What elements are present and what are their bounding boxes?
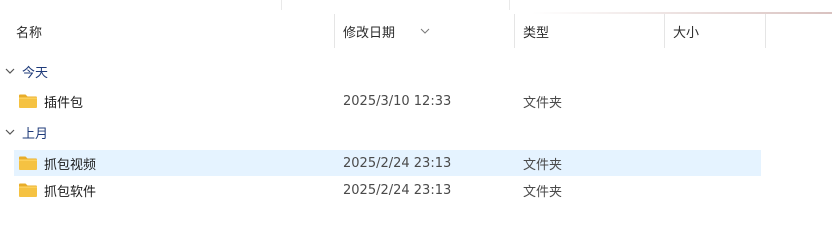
group-label: 今天 <box>22 65 49 81</box>
file-modified: 2025/2/24 23:13 <box>343 155 452 171</box>
column-header-name[interactable]: 名称 <box>8 14 335 48</box>
chevron-down-icon[interactable] <box>4 65 16 77</box>
group-header-last-month[interactable]: 上月 <box>0 120 48 144</box>
list-item[interactable]: 插件包 2025/3/10 12:33 文件夹 <box>14 88 761 114</box>
toolbar-divider <box>509 0 510 10</box>
file-type: 文件夹 <box>523 184 563 200</box>
file-type: 文件夹 <box>523 95 563 111</box>
toolbar-divider <box>281 0 282 10</box>
chevron-down-icon[interactable] <box>4 126 16 138</box>
file-modified: 2025/2/24 23:13 <box>343 182 452 198</box>
list-item[interactable]: 抓包软件 2025/2/24 23:13 文件夹 <box>14 177 761 203</box>
group-label: 上月 <box>22 126 49 142</box>
file-name: 插件包 <box>44 95 84 111</box>
file-modified: 2025/3/10 12:33 <box>343 93 452 109</box>
file-name: 抓包视频 <box>44 157 97 173</box>
file-explorer-details-view: 名称 修改日期 类型 大小 今天 插件包 2025/3/10 12:33 文件夹… <box>0 0 832 250</box>
column-header-size[interactable]: 大小 <box>665 14 766 48</box>
column-header-type[interactable]: 类型 <box>515 14 665 48</box>
toolbar-strip <box>0 0 832 15</box>
column-header-modified-label: 修改日期 <box>343 25 396 41</box>
group-header-today[interactable]: 今天 <box>0 59 48 83</box>
column-header-row: 名称 修改日期 类型 大小 <box>0 14 832 48</box>
column-header-size-label: 大小 <box>673 25 700 41</box>
column-header-name-label: 名称 <box>16 25 43 41</box>
folder-icon <box>19 94 37 108</box>
column-header-type-label: 类型 <box>523 25 550 41</box>
file-name-cell: 插件包 <box>18 88 83 114</box>
folder-icon <box>19 183 37 197</box>
folder-icon <box>19 156 37 170</box>
file-name-cell: 抓包软件 <box>18 177 96 203</box>
file-name: 抓包软件 <box>44 184 97 200</box>
file-type: 文件夹 <box>523 157 563 173</box>
file-name-cell: 抓包视频 <box>18 150 96 176</box>
list-item[interactable]: 抓包视频 2025/2/24 23:13 文件夹 <box>14 150 761 176</box>
column-header-modified[interactable]: 修改日期 <box>335 14 515 48</box>
